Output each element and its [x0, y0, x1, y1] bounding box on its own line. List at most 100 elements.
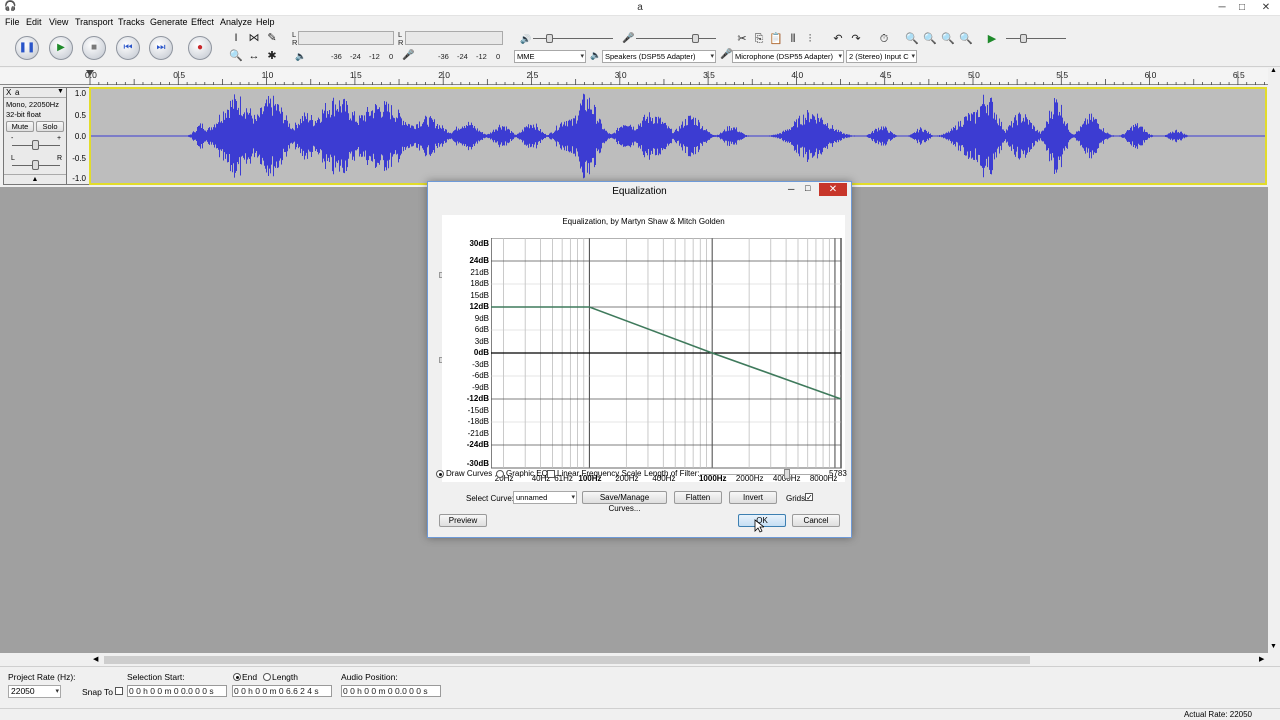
minimize-button[interactable]: ─	[1212, 0, 1232, 15]
maximize-button[interactable]: □	[1232, 0, 1252, 15]
zoom-tool-icon[interactable]: 🔍	[228, 48, 244, 64]
menu-transport[interactable]: Transport	[75, 17, 113, 27]
multi-tool-icon[interactable]: ✱	[264, 48, 280, 64]
eq-graph-panel[interactable]: Equalization, by Martyn Shaw & Mitch Gol…	[442, 215, 845, 483]
menu-generate[interactable]: Generate	[150, 17, 188, 27]
scroll-left-icon[interactable]: ◀	[93, 655, 98, 663]
close-button[interactable]: ✕	[1256, 0, 1276, 15]
input-channels-select[interactable]: 2 (Stereo) Input C ▾	[846, 50, 917, 63]
track-close-button[interactable]: X	[6, 88, 11, 97]
play-speed-slider[interactable]	[1006, 38, 1066, 39]
chevron-down-icon: ▾	[838, 53, 842, 60]
flatten-button[interactable]: Flatten	[674, 491, 722, 504]
dialog-minimize-button[interactable]: ─	[788, 184, 794, 194]
length-radio[interactable]	[263, 673, 271, 681]
skip-to-end-button[interactable]: ⏭	[149, 36, 173, 60]
vertical-ruler[interactable]: 1.0 0.5 0.0 -0.5 -1.0	[67, 87, 89, 185]
graphic-eq-radio[interactable]	[496, 470, 504, 478]
envelope-tool-icon[interactable]: ⋈	[246, 30, 262, 46]
track-menu-chevron-icon[interactable]: ▼	[57, 88, 64, 95]
selection-start-field[interactable]: 0 0 h 0 0 m 0 0.0 0 0 s	[127, 685, 227, 697]
sync-lock-icon[interactable]: ⏱	[876, 31, 892, 47]
menu-edit[interactable]: Edit	[26, 17, 42, 27]
audio-host-select[interactable]: MME ▾	[514, 50, 586, 63]
solo-button[interactable]: Solo	[36, 121, 64, 132]
save-manage-curves-button[interactable]: Save/Manage Curves...	[582, 491, 667, 513]
skip-to-start-button[interactable]: ⏮	[116, 36, 140, 60]
horizontal-scroll-thumb[interactable]	[104, 656, 1030, 664]
input-volume-slider[interactable]	[636, 38, 716, 39]
cancel-button[interactable]: Cancel	[792, 514, 840, 527]
zoom-in-icon[interactable]: 🔍	[904, 31, 920, 47]
fit-project-icon[interactable]: 🔍	[958, 31, 974, 47]
project-rate-select[interactable]: 22050 ▾	[8, 685, 61, 698]
dialog-close-button[interactable]: ✕	[819, 183, 847, 196]
paste-icon[interactable]: 📋	[768, 31, 784, 47]
cut-icon[interactable]: ✂	[734, 31, 750, 47]
scroll-down-icon[interactable]: ▼	[1270, 643, 1277, 650]
linear-frequency-checkbox[interactable]	[547, 470, 555, 478]
waveform-track[interactable]	[89, 87, 1267, 185]
menu-view[interactable]: View	[49, 17, 68, 27]
pan-thumb[interactable]	[32, 160, 39, 170]
eq-curve-plot[interactable]	[491, 238, 843, 470]
menu-effect[interactable]: Effect	[191, 17, 214, 27]
filter-length-thumb[interactable]	[784, 469, 790, 479]
grids-checkbox[interactable]: ✓	[805, 493, 813, 502]
trim-icon[interactable]: ⫴	[785, 31, 801, 47]
vertical-scrollbar[interactable]: ▲ ▼	[1268, 67, 1280, 654]
meter-tick: 0	[496, 52, 501, 61]
select-curve-dropdown[interactable]: unnamed ▾	[513, 491, 577, 504]
invert-button[interactable]: Invert	[729, 491, 777, 504]
recording-meter[interactable]	[405, 31, 503, 45]
silence-icon[interactable]: ⫶	[802, 31, 818, 47]
microphone-icon[interactable]: 🎤	[402, 50, 414, 61]
stop-button[interactable]: ■	[82, 36, 106, 60]
play-speed-thumb[interactable]	[1020, 34, 1027, 43]
microphone-device-icon: 🎤	[720, 49, 733, 60]
output-device-select[interactable]: Speakers (DSP55 Adapter) ▾	[602, 50, 716, 63]
preview-button[interactable]: Preview	[439, 514, 487, 527]
output-volume-slider[interactable]	[533, 38, 613, 39]
timeline-ruler[interactable]: 0.0 0.5 1.0 1.5 2.0 2.5 3.0 3.5 4.0 4.5 5.0 5.5 6.0 6…	[0, 68, 1270, 85]
snap-to-checkbox[interactable]	[115, 687, 123, 695]
undo-icon[interactable]: ↶	[830, 31, 846, 47]
audio-position-field[interactable]: 0 0 h 0 0 m 0 0.0 0 0 s	[341, 685, 441, 697]
gain-thumb[interactable]	[32, 140, 39, 150]
scroll-up-icon[interactable]: ▲	[1270, 67, 1277, 74]
speaker-icon[interactable]: 🔈	[295, 51, 306, 62]
gain-minus-label: -	[11, 135, 14, 142]
timeshift-tool-icon[interactable]: ↔	[246, 48, 262, 64]
redo-icon[interactable]: ↷	[848, 31, 864, 47]
pause-button[interactable]: ❚❚	[15, 36, 39, 60]
pan-left-label: L	[11, 155, 15, 162]
filter-length-slider[interactable]	[700, 474, 820, 475]
menu-help[interactable]: Help	[256, 17, 275, 27]
input-device-select[interactable]: Microphone (DSP55 Adapter) ▾	[732, 50, 844, 63]
draw-tool-icon[interactable]: ✎	[264, 30, 280, 46]
menu-analyze[interactable]: Analyze	[220, 17, 252, 27]
dialog-maximize-button[interactable]: □	[805, 183, 810, 193]
record-button[interactable]: ●	[188, 36, 212, 60]
dialog-title-bar[interactable]: Equalization ─ □ ✕	[428, 182, 851, 202]
draw-curves-radio[interactable]	[436, 470, 444, 478]
track-name-menu[interactable]: a	[15, 88, 19, 97]
input-volume-thumb[interactable]	[692, 34, 699, 43]
menu-file[interactable]: File	[5, 17, 20, 27]
horizontal-scrollbar[interactable]: ◀ ▶	[90, 654, 1268, 666]
end-radio[interactable]	[233, 673, 241, 681]
selection-end-field[interactable]: 0 0 h 0 0 m 0 6.6 2 4 s	[232, 685, 332, 697]
selection-tool-icon[interactable]: I	[228, 30, 244, 46]
menu-tracks[interactable]: Tracks	[118, 17, 145, 27]
scroll-right-icon[interactable]: ▶	[1259, 655, 1264, 663]
play-at-speed-icon[interactable]: ▶	[984, 31, 1000, 47]
zoom-out-icon[interactable]: 🔍	[922, 31, 938, 47]
fit-selection-icon[interactable]: 🔍	[940, 31, 956, 47]
play-button[interactable]: ▶	[49, 36, 73, 60]
output-volume-thumb[interactable]	[546, 34, 553, 43]
ruler-label: 5.5	[1056, 70, 1069, 80]
playback-meter[interactable]	[298, 31, 394, 45]
mute-button[interactable]: Mute	[6, 121, 34, 132]
copy-icon[interactable]: ⎘	[751, 31, 767, 47]
collapse-track-button[interactable]: ▲	[4, 174, 66, 184]
